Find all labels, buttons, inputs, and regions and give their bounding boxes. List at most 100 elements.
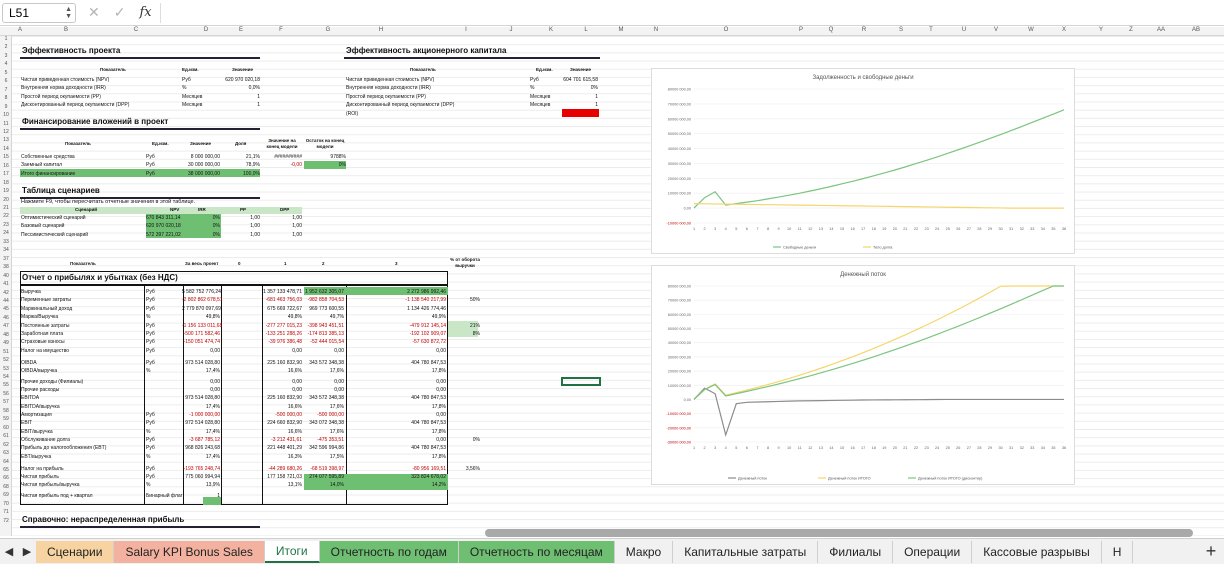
row-header-53[interactable]: 53 (0, 366, 12, 372)
sheet-tab-6[interactable]: Капитальные затраты (673, 540, 819, 563)
row-header-6[interactable]: 6 (0, 78, 12, 84)
column-header-B[interactable]: B (60, 27, 72, 33)
row-header-14[interactable]: 14 (0, 146, 12, 152)
column-header-D[interactable]: D (200, 27, 212, 33)
column-header-AA[interactable]: AA (1155, 27, 1167, 33)
row-header-49[interactable]: 49 (0, 340, 12, 346)
horizontal-scrollbar[interactable] (485, 529, 1193, 537)
sheet-tab-10[interactable]: Н (1102, 540, 1134, 563)
row-header-16[interactable]: 16 (0, 163, 12, 169)
column-header-F[interactable]: F (275, 27, 287, 33)
row-header-66[interactable]: 66 (0, 475, 12, 481)
row-header-33[interactable]: 33 (0, 239, 12, 245)
row-header-1[interactable]: 1 (0, 36, 12, 42)
row-header-55[interactable]: 55 (0, 382, 12, 388)
chart-debt-free-cash[interactable]: Задолженность и свободные деньги 80000 0… (651, 68, 1075, 254)
column-header-C[interactable]: C (130, 27, 142, 33)
sheet-tab-1[interactable]: Salary KPI Bonus Sales (114, 540, 265, 563)
column-header-S[interactable]: S (895, 27, 907, 33)
row-header-48[interactable]: 48 (0, 332, 12, 338)
row-header-70[interactable]: 70 (0, 501, 12, 507)
column-header-G[interactable]: G (322, 27, 334, 33)
series-line[interactable] (693, 203, 1064, 209)
sheet-tab-0[interactable]: Сценарии (36, 540, 115, 563)
row-header-65[interactable]: 65 (0, 467, 12, 473)
row-header-42[interactable]: 42 (0, 290, 12, 296)
column-header-H[interactable]: H (375, 27, 387, 33)
function-icon[interactable]: fx (139, 5, 151, 20)
column-header-K[interactable]: K (545, 27, 557, 33)
row-header-71[interactable]: 71 (0, 509, 12, 515)
row-header-19[interactable]: 19 (0, 188, 12, 194)
column-header-I[interactable]: I (460, 27, 472, 33)
row-header-59[interactable]: 59 (0, 416, 12, 422)
sheet-tab-5[interactable]: Макро (615, 540, 674, 563)
row-header-18[interactable]: 18 (0, 180, 12, 186)
column-header-W[interactable]: W (1025, 27, 1037, 33)
cancel-icon[interactable]: ✕ (88, 4, 100, 21)
column-header-X[interactable]: X (1058, 27, 1070, 33)
column-header-J[interactable]: J (505, 27, 517, 33)
row-header-4[interactable]: 4 (0, 61, 12, 67)
row-header-11[interactable]: 11 (0, 121, 12, 127)
column-header-M[interactable]: M (615, 27, 627, 33)
row-header-46[interactable]: 46 (0, 315, 12, 321)
row-header-21[interactable]: 21 (0, 205, 12, 211)
chart-cash-flow[interactable]: Денежный поток 80000 000,00 70000 000,00 6… (651, 265, 1075, 485)
column-header-O[interactable]: O (720, 27, 732, 33)
row-header-72[interactable]: 72 (0, 518, 12, 524)
column-header-U[interactable]: U (958, 27, 970, 33)
sheet-tab-8[interactable]: Операции (893, 540, 973, 563)
row-header-22[interactable]: 22 (0, 213, 12, 219)
confirm-icon[interactable]: ✓ (114, 4, 126, 21)
column-header-T[interactable]: T (925, 27, 937, 33)
row-header-63[interactable]: 63 (0, 450, 12, 456)
column-header-A[interactable]: A (14, 27, 26, 33)
column-header-R[interactable]: R (858, 27, 870, 33)
formula-input[interactable] (159, 2, 1224, 23)
row-header-2[interactable]: 2 (0, 44, 12, 50)
row-header-56[interactable]: 56 (0, 391, 12, 397)
row-header-51[interactable]: 51 (0, 349, 12, 355)
row-header-37[interactable]: 37 (0, 256, 12, 262)
sheet-tab-3[interactable]: Отчетность по годам (319, 540, 459, 563)
sheet-tab-2[interactable]: Итоги (264, 540, 320, 563)
row-header-17[interactable]: 17 (0, 171, 12, 177)
row-header-40[interactable]: 40 (0, 273, 12, 279)
row-header-61[interactable]: 61 (0, 433, 12, 439)
row-header-8[interactable]: 8 (0, 95, 12, 101)
row-header-10[interactable]: 10 (0, 112, 12, 118)
row-header-3[interactable]: 3 (0, 53, 12, 59)
row-header-54[interactable]: 54 (0, 374, 12, 380)
row-header-41[interactable]: 41 (0, 281, 12, 287)
row-header-24[interactable]: 24 (0, 230, 12, 236)
column-header-P[interactable]: P (795, 27, 807, 33)
next-sheet-icon[interactable]: ▶ (18, 545, 36, 558)
column-header-Y[interactable]: Y (1095, 27, 1107, 33)
row-header-34[interactable]: 34 (0, 247, 12, 253)
column-header-Q[interactable]: Q (825, 27, 837, 33)
name-box-stepper-icon[interactable]: ▲ ▼ (65, 6, 75, 20)
column-header-L[interactable]: L (580, 27, 592, 33)
row-header-44[interactable]: 44 (0, 298, 12, 304)
column-header-Z[interactable]: Z (1125, 27, 1137, 33)
row-header-13[interactable]: 13 (0, 137, 12, 143)
name-box[interactable]: L51 ▲ ▼ (2, 2, 76, 23)
sheet-tab-7[interactable]: Филиалы (818, 540, 894, 563)
row-header-15[interactable]: 15 (0, 154, 12, 160)
column-header-AB[interactable]: AB (1190, 27, 1202, 33)
row-header-52[interactable]: 52 (0, 357, 12, 363)
row-header-64[interactable]: 64 (0, 459, 12, 465)
selected-cell-L51[interactable] (561, 377, 601, 386)
row-header-12[interactable]: 12 (0, 129, 12, 135)
row-header-38[interactable]: 38 (0, 264, 12, 270)
prev-sheet-icon[interactable]: ◀ (0, 545, 18, 558)
add-sheet-icon[interactable]: + (1198, 541, 1224, 562)
row-header-60[interactable]: 60 (0, 425, 12, 431)
sheet-tab-4[interactable]: Отчетность по месяцам (458, 540, 615, 563)
row-header-68[interactable]: 68 (0, 484, 12, 490)
row-header-9[interactable]: 9 (0, 104, 12, 110)
row-header-47[interactable]: 47 (0, 323, 12, 329)
column-header-N[interactable]: N (650, 27, 662, 33)
row-header-45[interactable]: 45 (0, 306, 12, 312)
